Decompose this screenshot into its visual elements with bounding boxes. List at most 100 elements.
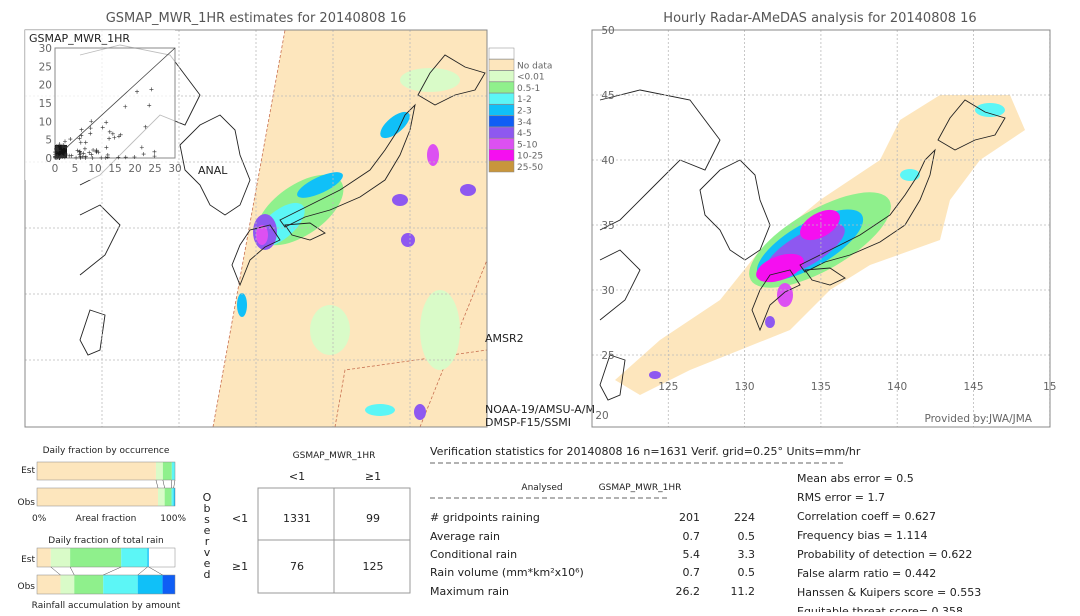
inset-xtick: 10 — [88, 163, 101, 175]
occurrence-title: Daily fraction by occurrence — [43, 446, 170, 456]
legend-label: 0.5-1 — [517, 84, 540, 94]
cell-hit: 125 — [363, 560, 384, 573]
right-ytick: 40 — [601, 155, 614, 167]
stats-row-est: 11.2 — [731, 585, 756, 598]
occurrence-obs-segment — [165, 488, 172, 506]
total-rain-est-segment — [121, 548, 147, 567]
occurrence-obs-label: Obs — [18, 498, 36, 508]
stats-row-label: # gridpoints raining — [430, 511, 540, 524]
left-map-title: GSMAP_MWR_1HR estimates for 20140808 16 — [106, 11, 407, 26]
legend-swatch — [489, 48, 514, 59]
stats-row-est: 0.5 — [738, 566, 756, 579]
inset-ytick: 5 — [45, 135, 52, 147]
total-rain-obs-segment — [103, 575, 137, 594]
right-xtick: 145 — [963, 381, 983, 393]
legend-label: 25-50 — [517, 163, 543, 173]
cell-hits-neg: 1331 — [283, 512, 311, 525]
score-line: Correlation coeff = 0.627 — [797, 510, 936, 523]
right-ytick: 25 — [601, 350, 614, 362]
occurrence-obs-segment — [158, 488, 165, 506]
axis-right-label: 100% — [160, 514, 186, 524]
occurrence-obs-segment — [172, 488, 174, 506]
total-rain-obs-segment — [74, 575, 103, 594]
legend-swatch — [489, 71, 514, 82]
inset-ytick: 30 — [39, 43, 52, 55]
occurrence-est-label: Est — [21, 466, 35, 476]
right-map-title: Hourly Radar-AMeDAS analysis for 2014080… — [663, 11, 976, 26]
stats-row-analysed: 201 — [679, 511, 700, 524]
score-line: Hanssen & Kuipers score = 0.553 — [797, 586, 981, 599]
contingency-title: GSMAP_MWR_1HR — [293, 451, 376, 461]
verification-figure: GSMAP_MWR_1HR estimates for 20140808 16 — [0, 0, 1080, 612]
inset-xtick: 5 — [72, 163, 79, 175]
total-rain-obs-segment — [37, 575, 60, 594]
score-line: Frequency bias = 1.114 — [797, 529, 928, 542]
stats-row-est: 224 — [734, 511, 755, 524]
stats-row-label: Conditional rain — [430, 548, 517, 561]
occurrence-est-segment — [156, 462, 163, 480]
total-rain-est-segment — [37, 548, 51, 567]
legend-swatch — [489, 116, 514, 127]
occurrence-est-segment — [172, 462, 175, 480]
observed-letter: d — [204, 568, 211, 581]
right-ytick: 20 — [595, 410, 608, 422]
inset-ytick: 15 — [39, 98, 52, 110]
axis-left-label: 0% — [32, 514, 47, 524]
stats-row-label: Average rain — [430, 530, 500, 543]
legend-label: <0.01 — [517, 73, 545, 83]
stats-header: Verification statistics for 20140808 16 … — [430, 445, 861, 458]
right-xtick: 130 — [735, 381, 755, 393]
legend-swatch — [489, 93, 514, 104]
stats-row-est: 0.5 — [738, 530, 756, 543]
right-xtick: 125 — [658, 381, 678, 393]
total-rain-est-segment — [70, 548, 121, 567]
legend-label: 2-3 — [517, 107, 532, 117]
legend-label: 4-5 — [517, 129, 532, 139]
legend-swatch — [489, 150, 514, 161]
col-est: GSMAP_MWR_1HR — [599, 483, 682, 493]
swath-label-amsr2: AMSR2 — [485, 332, 524, 345]
inset-xtick: 25 — [148, 163, 161, 175]
total-rain-est-segment — [147, 548, 148, 567]
legend-label: 1-2 — [517, 95, 532, 105]
axis-mid-label: Areal fraction — [76, 514, 137, 524]
observed-label: Observed — [203, 491, 212, 581]
occurrence-est-segment — [163, 462, 172, 480]
right-ytick: 35 — [601, 220, 614, 232]
stats-row-analysed: 0.7 — [683, 530, 701, 543]
legend-label: 5-10 — [517, 140, 538, 150]
inset-ytick: 10 — [39, 116, 52, 128]
col-analysed: Analysed — [521, 483, 562, 493]
inset-scatter: GSMAP_MWR_1HR 051015202530051015202530 A… — [25, 30, 228, 180]
col-label-lt1: <1 — [289, 470, 305, 483]
legend-label: 10-25 — [517, 152, 543, 162]
color-legend: No data <0.010.5-11-2 2-33-44-55-10 10-2525… — [489, 48, 552, 173]
stats-row-est: 3.3 — [738, 548, 756, 561]
stats-row-analysed: 26.2 — [676, 585, 701, 598]
total-rain-obs-segment — [163, 575, 175, 594]
legend-label: 3-4 — [517, 118, 532, 128]
occurrence-obs-segment — [37, 488, 158, 506]
right-map — [592, 30, 1050, 427]
occurrence-est-segment — [37, 462, 156, 480]
row-label-lt1: <1 — [232, 512, 248, 525]
total-rain-obs-segment — [138, 575, 163, 594]
total-rain-obs-label: Obs — [18, 582, 36, 592]
stats-row-label: Rain volume (mm*km²x10⁶) — [430, 566, 584, 579]
total-rain-est-label: Est — [21, 555, 35, 565]
legend-swatch — [489, 161, 514, 172]
inset-ytick: 20 — [39, 80, 52, 92]
total-rain-title: Daily fraction of total rain — [48, 536, 163, 546]
legend-label: No data — [517, 61, 552, 71]
total-rain-est-segment — [51, 548, 70, 567]
right-ytick: 50 — [601, 25, 614, 37]
right-xtick: 15 — [1043, 381, 1056, 393]
legend-swatch — [489, 82, 514, 93]
inset-ytick: 25 — [39, 61, 52, 73]
legend-swatch — [489, 59, 514, 70]
data-credit: Provided by:JWA/JMA — [924, 413, 1032, 425]
total-rain-footer: Rainfall accumulation by amount — [32, 601, 181, 611]
inset-xtick: 15 — [108, 163, 121, 175]
swath-label-noaa19: NOAA-19/AMSU-A/M — [485, 403, 595, 416]
stats-row-analysed: 5.4 — [683, 548, 701, 561]
